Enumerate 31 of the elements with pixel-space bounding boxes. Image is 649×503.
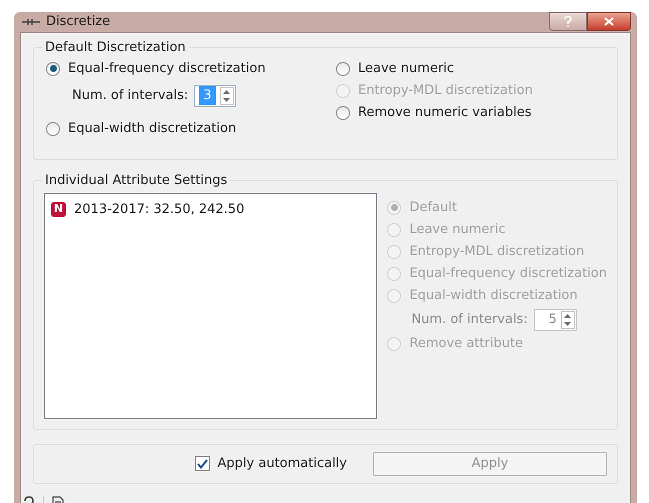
option-label: Leave numeric <box>409 220 506 239</box>
close-button[interactable] <box>587 12 631 31</box>
radio-button[interactable] <box>336 106 350 120</box>
radio-button[interactable] <box>336 62 350 76</box>
window-title: Discretize <box>46 13 110 31</box>
option-label: Entropy-MDL discretization <box>358 82 533 100</box>
option-label: Default <box>409 198 457 217</box>
close-icon <box>604 17 614 26</box>
option-label: Equal-width discretization <box>68 120 236 138</box>
option-label: Equal-frequency discretization <box>409 264 607 283</box>
radio-button[interactable] <box>46 62 60 76</box>
spin-arrows-icon[interactable] <box>220 86 234 104</box>
intervals-label: Num. of intervals: <box>411 310 528 329</box>
help-icon <box>564 16 572 27</box>
checkbox-label: Apply automatically <box>218 454 347 473</box>
option-label: Equal-frequency discretization <box>68 60 266 78</box>
option-label: Equal-width discretization <box>409 286 578 305</box>
attribute-item[interactable]: N 2013-2017: 32.50, 242.50 <box>51 200 370 220</box>
numeric-badge: N <box>51 202 66 217</box>
check-icon <box>196 458 208 468</box>
option-label: Remove numeric variables <box>358 104 532 122</box>
intervals-label: Num. of intervals: <box>72 86 188 105</box>
app-icon <box>22 18 40 26</box>
option-label: Entropy-MDL discretization <box>409 242 584 261</box>
option-label: Remove attribute <box>409 334 524 353</box>
option-label: Leave numeric <box>358 60 454 78</box>
radio-button[interactable] <box>46 122 60 136</box>
attribute-label: 2013-2017: 32.50, 242.50 <box>74 200 244 219</box>
help-button[interactable] <box>549 12 587 31</box>
checkbox[interactable] <box>194 456 210 471</box>
intervals-spinbox[interactable]: 3 <box>194 84 236 106</box>
